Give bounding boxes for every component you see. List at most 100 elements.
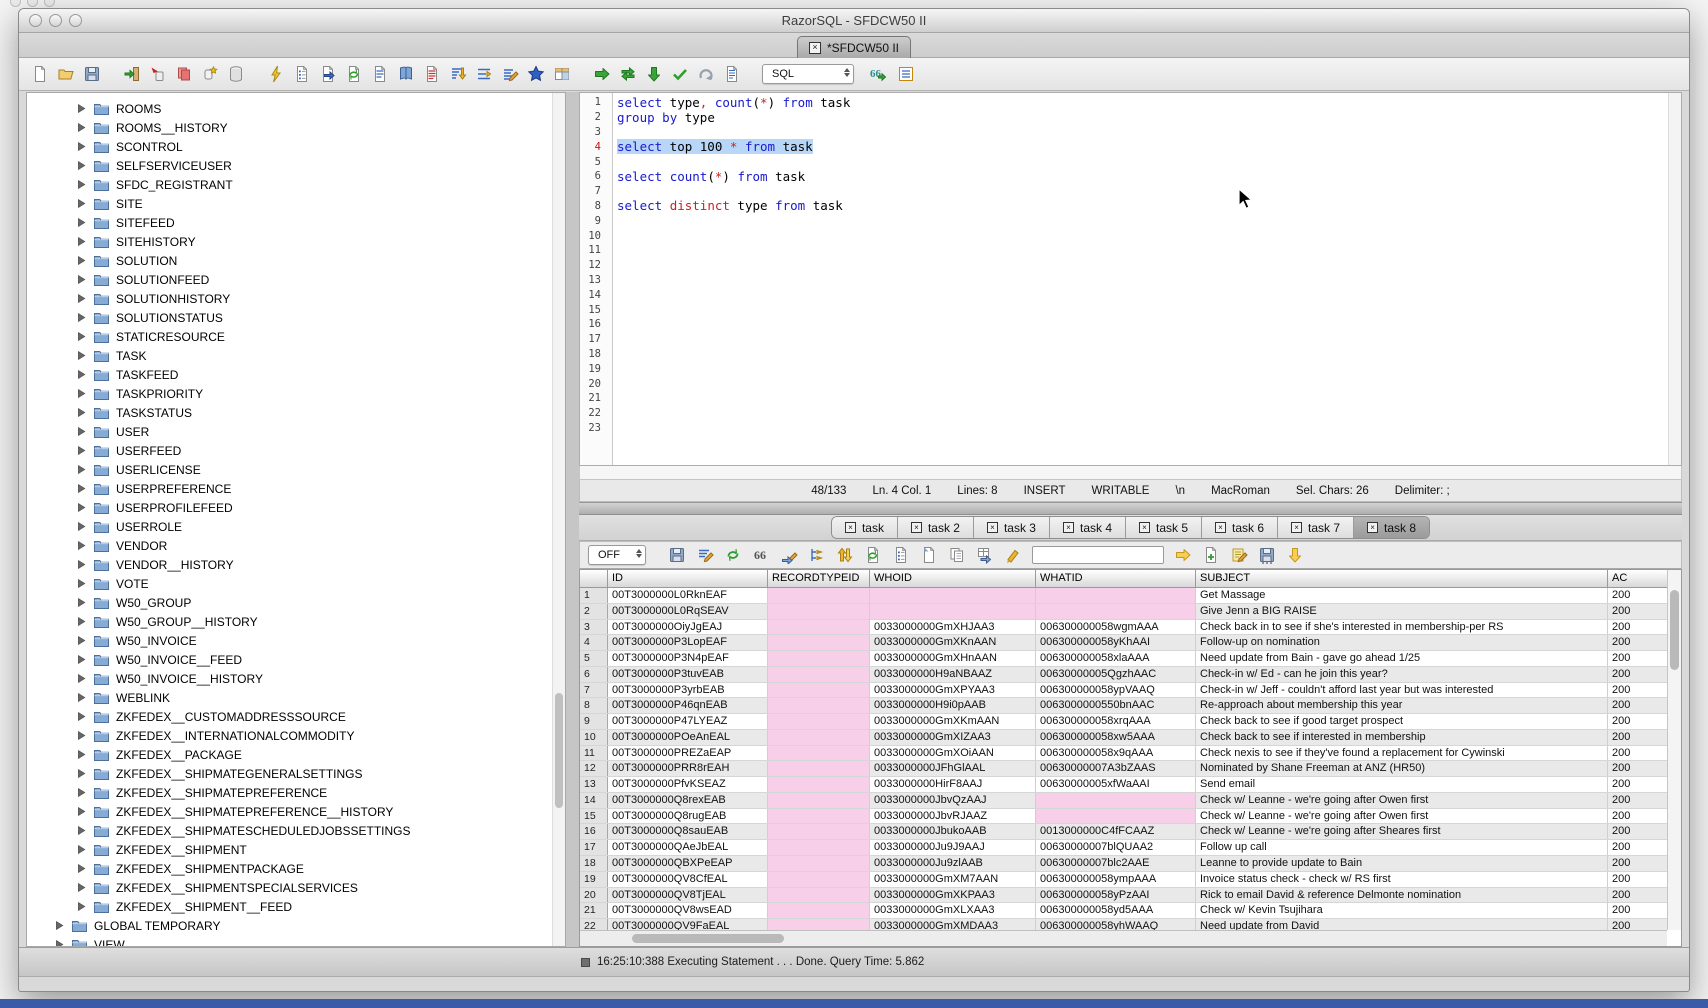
cell-whatid[interactable]: 006300000058ypVAAQ xyxy=(1036,683,1196,698)
cell-ac[interactable]: 200 xyxy=(1608,651,1667,666)
go-arrow-icon[interactable] xyxy=(1173,545,1193,565)
cell-recordtypeid[interactable] xyxy=(768,761,870,776)
cell-whatid[interactable]: 006300000058yPzAAI xyxy=(1036,888,1196,903)
cell-ac[interactable]: 200 xyxy=(1608,777,1667,792)
save-all-icon[interactable] xyxy=(1257,545,1277,565)
cell-whatid[interactable]: 00630000005QgzhAAC xyxy=(1036,667,1196,682)
table-row[interactable]: 200T3000000L0RqSEAVGive Jenn a BIG RAISE… xyxy=(580,604,1667,620)
expand-arrow-icon[interactable] xyxy=(77,218,86,227)
result-tab-task-5[interactable]: ×task 5 xyxy=(1125,517,1201,538)
table-row[interactable]: 1500T3000000Q8rugEAB0033000000JbvRJAAZCh… xyxy=(580,809,1667,825)
column-header-whatid[interactable]: WHATID xyxy=(1036,570,1196,588)
close-result-tab-icon[interactable]: × xyxy=(1139,522,1150,533)
cell-recordtypeid[interactable] xyxy=(768,809,870,824)
cell-whoid[interactable]: 0033000000GmXOiAAN xyxy=(870,746,1036,761)
editor-line[interactable]: 18 xyxy=(580,347,1667,362)
expand-arrow-icon[interactable] xyxy=(77,351,86,360)
cell-ac[interactable]: 200 xyxy=(1608,714,1667,729)
cell-recordtypeid[interactable] xyxy=(768,840,870,855)
editor-line[interactable]: 12 xyxy=(580,258,1667,273)
cell-subject[interactable]: Re-approach about membership this year xyxy=(1196,698,1608,713)
editor-vertical-scrollbar[interactable] xyxy=(1668,93,1681,465)
cell-recordtypeid[interactable] xyxy=(768,777,870,792)
cell-recordtypeid[interactable] xyxy=(768,888,870,903)
cell-subject[interactable]: Leanne to provide update to Bain xyxy=(1196,856,1608,871)
table-row[interactable]: 1000T3000000POeAnEAL0033000000GmXIZAA300… xyxy=(580,730,1667,746)
row-list-icon[interactable] xyxy=(422,64,442,84)
editor-line[interactable]: 21 xyxy=(580,391,1667,406)
tree-item-vote[interactable]: VOTE xyxy=(27,574,565,593)
cell-whatid[interactable]: 00630000005xfWaAAI xyxy=(1036,777,1196,792)
cell-id[interactable]: 00T3000000QBXPeEAP xyxy=(608,856,768,871)
cell-whatid[interactable] xyxy=(1036,793,1196,808)
table-row[interactable]: 1200T3000000PRR8rEAH0033000000JFhGlAAL00… xyxy=(580,761,1667,777)
switch-arrows-icon[interactable] xyxy=(618,64,638,84)
tree-scrollbar[interactable] xyxy=(552,93,565,946)
result-tab-task-7[interactable]: ×task 7 xyxy=(1277,517,1353,538)
tree-item-zkfedex-shipmatescheduledjobssettings[interactable]: ZKFEDEX__SHIPMATESCHEDULEDJOBSSETTINGS xyxy=(27,821,565,840)
cell-id[interactable]: 00T3000000QV8CfEAL xyxy=(608,872,768,887)
close-window-button[interactable] xyxy=(29,14,42,27)
expand-arrow-icon[interactable] xyxy=(77,180,86,189)
cell-whoid[interactable]: 0033000000GmXLXAA3 xyxy=(870,903,1036,918)
cell-subject[interactable]: Check back in to see if she's interested… xyxy=(1196,620,1608,635)
tree-item-zkfedex-shipment-feed[interactable]: ZKFEDEX__SHIPMENT__FEED xyxy=(27,897,565,916)
result-tab-task-2[interactable]: ×task 2 xyxy=(897,517,973,538)
fetch-down-icon[interactable] xyxy=(644,64,664,84)
export-data-icon[interactable] xyxy=(318,64,338,84)
tree-item-w50-invoice-history[interactable]: W50_INVOICE__HISTORY xyxy=(27,669,565,688)
cell-id[interactable]: 00T3000000QAeJbEAL xyxy=(608,840,768,855)
cell-whatid[interactable]: 006300000058xlaAAA xyxy=(1036,651,1196,666)
cell-whatid[interactable] xyxy=(1036,604,1196,619)
cell-whoid[interactable]: 0033000000GmXIZAA3 xyxy=(870,730,1036,745)
expand-arrow-icon[interactable] xyxy=(77,883,86,892)
editor-line[interactable]: 23 xyxy=(580,421,1667,436)
expand-arrow-icon[interactable] xyxy=(77,541,86,550)
cell-subject[interactable]: Follow-up on nomination xyxy=(1196,635,1608,650)
result-tab-task-3[interactable]: ×task 3 xyxy=(973,517,1049,538)
cell-subject[interactable]: Check-in w/ Jeff - couldn't afford last … xyxy=(1196,683,1608,698)
table-row[interactable]: 1400T3000000Q8rexEAB0033000000JbvQzAAJCh… xyxy=(580,793,1667,809)
cell-id[interactable]: 00T3000000PRR8rEAH xyxy=(608,761,768,776)
expand-arrow-icon[interactable] xyxy=(77,826,86,835)
table-row[interactable]: 1900T3000000QV8CfEAL0033000000GmXM7AAN00… xyxy=(580,872,1667,888)
tree-item-global-temporary[interactable]: GLOBAL TEMPORARY xyxy=(27,916,565,935)
cell-subject[interactable]: Follow up call xyxy=(1196,840,1608,855)
cell-subject[interactable]: Check w/ Leanne - we're going after Owen… xyxy=(1196,809,1608,824)
expand-arrow-icon[interactable] xyxy=(77,731,86,740)
grid-vertical-thumb[interactable] xyxy=(1670,590,1679,670)
sort-desc-icon[interactable] xyxy=(448,64,468,84)
cell-whoid[interactable]: 0033000000GmXKmAAN xyxy=(870,714,1036,729)
grid-header[interactable]: IDRECORDTYPEIDWHOIDWHATIDSUBJECTAC xyxy=(580,570,1667,588)
format-quotes-icon[interactable]: 66 xyxy=(868,64,888,84)
cell-whoid[interactable]: 0033000000GmXMDAA3 xyxy=(870,919,1036,930)
cell-recordtypeid[interactable] xyxy=(768,698,870,713)
table-row[interactable]: 1100T3000000PREZaEAP0033000000GmXOiAAN00… xyxy=(580,746,1667,762)
editor-line[interactable]: 7 xyxy=(580,184,1667,199)
autocommit-dropdown[interactable]: OFF xyxy=(588,545,646,565)
window-titlebar[interactable]: RazorSQL - SFDCW50 II xyxy=(19,9,1689,33)
cell-id[interactable]: 00T3000000QV8wsEAD xyxy=(608,903,768,918)
expand-arrow-icon[interactable] xyxy=(77,598,86,607)
editor-line[interactable]: 16 xyxy=(580,317,1667,332)
result-tab-task-4[interactable]: ×task 4 xyxy=(1049,517,1125,538)
cell-recordtypeid[interactable] xyxy=(768,919,870,930)
expand-arrow-icon[interactable] xyxy=(77,693,86,702)
editor-line[interactable]: 3 xyxy=(580,125,1667,140)
expand-arrow-icon[interactable] xyxy=(77,712,86,721)
cell-whatid[interactable]: 006300000058wgmAAA xyxy=(1036,620,1196,635)
tree-item-solutionfeed[interactable]: SOLUTIONFEED xyxy=(27,270,565,289)
sort-updown-icon[interactable] xyxy=(835,545,855,565)
tree-item-zkfedex-shipment[interactable]: ZKFEDEX__SHIPMENT xyxy=(27,840,565,859)
tree-item-userpreference[interactable]: USERPREFERENCE xyxy=(27,479,565,498)
cell-recordtypeid[interactable] xyxy=(768,604,870,619)
editor-line[interactable]: 8select distinct type from task xyxy=(580,199,1667,214)
cell-subject[interactable]: Check nexis to see if they've found a re… xyxy=(1196,746,1608,761)
expand-arrow-icon[interactable] xyxy=(77,902,86,911)
tree-item-w50-invoice-feed[interactable]: W50_INVOICE__FEED xyxy=(27,650,565,669)
table-row[interactable]: 300T3000000OiyJgEAJ0033000000GmXHJAA3006… xyxy=(580,620,1667,636)
cell-ac[interactable]: 200 xyxy=(1608,667,1667,682)
tree-item-sitefeed[interactable]: SITEFEED xyxy=(27,213,565,232)
cell-whatid[interactable]: 0013000000C4fFCAAZ xyxy=(1036,824,1196,839)
tree-item-site[interactable]: SITE xyxy=(27,194,565,213)
